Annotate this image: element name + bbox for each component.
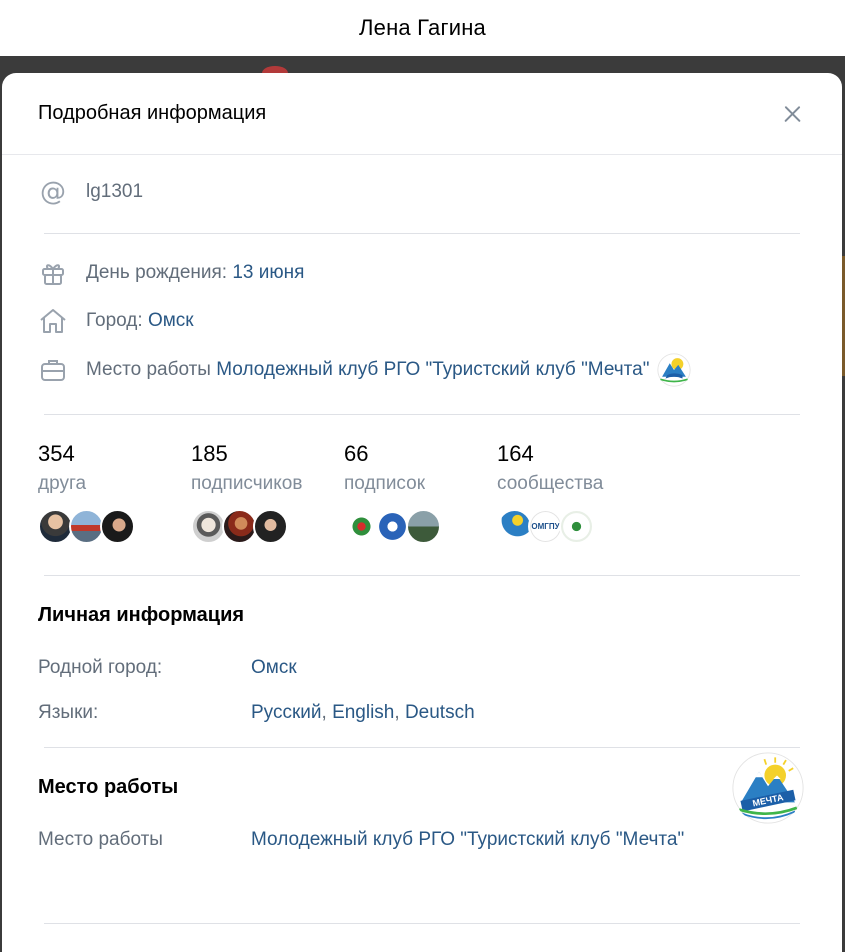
followers-count: 185 [191,441,228,466]
work-label: Место работы [86,359,211,381]
city-row: Город: Омск [38,306,194,336]
career-link[interactable]: Молодежный клуб РГО "Туристский клуб "Ме… [251,829,684,851]
subscriptions-stat[interactable]: 66 подписок [344,441,441,544]
personal-info-heading: Личная информация [38,604,245,626]
birthday-row: День рождения: 13 июня [38,258,304,288]
language-link[interactable]: Deutsch [405,702,475,723]
communities-label: сообщества [497,473,604,494]
hometown-link[interactable]: Омск [251,657,297,679]
at-icon: @ [38,177,68,207]
friend-avatar[interactable] [69,509,104,544]
svg-text:@: @ [40,178,66,206]
community-avatar[interactable]: ОМГПУ [528,509,563,544]
profile-name: Лена Гагина [359,15,486,40]
city-label: Город: [86,310,143,331]
top-bar: Лена Гагина [0,0,845,56]
follower-avatar[interactable] [253,509,288,544]
language-link[interactable]: Русский [251,702,322,723]
city-link[interactable]: Омск [148,310,194,331]
modal-title: Подробная информация [38,102,267,124]
friend-avatar[interactable] [38,509,73,544]
hometown-label: Родной город: [38,657,163,678]
work-text: Место работы Молодежный клуб РГО "Турист… [86,353,692,387]
divider [44,747,800,748]
work-link[interactable]: Молодежный клуб РГО "Туристский клуб "Ме… [216,359,649,380]
follower-avatar[interactable] [222,509,257,544]
modal-header: Подробная информация [2,73,842,155]
subscriptions-count: 66 [344,441,369,466]
language-link[interactable]: English [332,702,394,723]
followers-stat[interactable]: 185 подписчиков [191,441,302,544]
username-link[interactable]: lg1301 [86,181,143,203]
divider [44,575,800,576]
communities-stat[interactable]: 164 сообщества ОМГПУ [497,441,603,544]
birthday-text: День рождения: 13 июня [86,262,304,284]
languages-value: Русский, English, Deutsch [251,702,475,723]
club-logo-icon[interactable] [657,353,692,387]
followers-label: подписчиков [191,473,303,494]
subscriptions-label: подписок [344,473,426,494]
divider [44,414,800,415]
friend-avatar[interactable] [100,509,135,544]
community-avatar[interactable] [497,509,532,544]
club-logo-icon[interactable]: МЕЧТА [732,752,804,824]
friends-count: 354 [38,441,75,466]
subscription-avatar[interactable] [406,509,441,544]
follower-avatar[interactable] [191,509,226,544]
briefcase-icon [38,355,68,385]
city-text: Город: Омск [86,310,194,332]
close-icon[interactable] [778,100,806,128]
friends-stat[interactable]: 354 друга [38,441,135,544]
username-row: @ lg1301 [38,177,143,207]
subscription-avatar[interactable] [375,509,410,544]
subscription-avatar[interactable] [344,509,379,544]
community-abbr: ОМГПУ [531,522,560,531]
birthday-link[interactable]: 13 июня [232,262,304,283]
home-icon [38,306,68,336]
community-avatar[interactable] [559,509,594,544]
career-label: Место работы [38,829,163,850]
gift-icon [38,258,68,288]
career-heading: Место работы [38,776,179,798]
divider [44,233,800,234]
work-row: Место работы Молодежный клуб РГО "Турист… [38,353,692,387]
communities-count: 164 [497,441,534,466]
divider [44,923,800,924]
birthday-label: День рождения: [86,262,228,283]
languages-label: Языки: [38,702,99,723]
details-modal: Подробная информация @ lg1301 День рожде… [2,73,842,952]
friends-label: друга [38,473,87,494]
